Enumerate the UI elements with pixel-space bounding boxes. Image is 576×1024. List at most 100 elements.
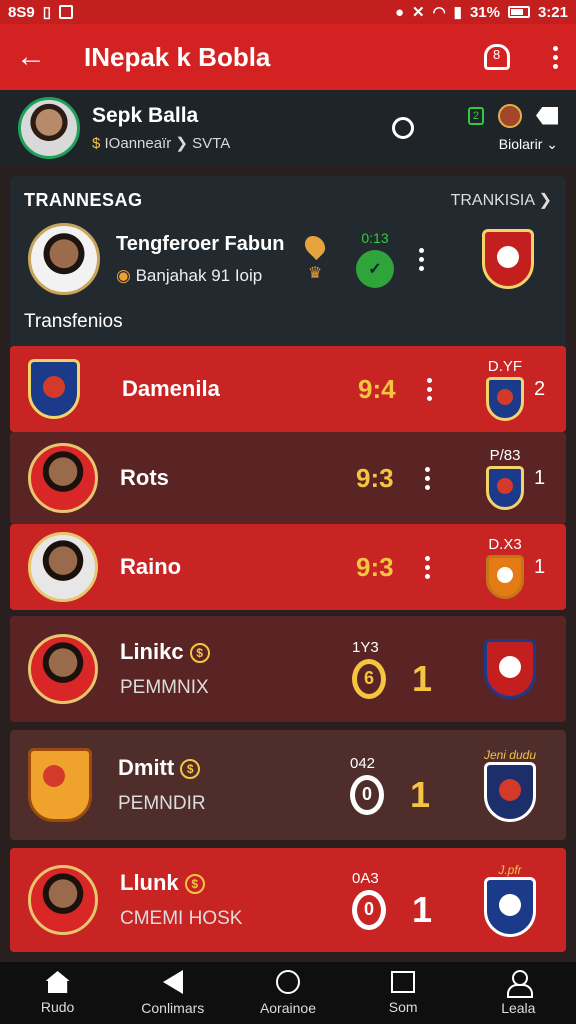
list-item[interactable]: Dmitt $ PEMNDIR 042 0 1 Jeni dudu (10, 730, 566, 840)
row-count: 1 (534, 466, 546, 489)
ranking-link[interactable]: TRANKISIA ❯ (451, 190, 552, 211)
transfers-card: TRANNESAG TRANKISIA ❯ Tengferoer Fabun ◉… (10, 176, 566, 356)
row-menu-icon[interactable] (422, 466, 432, 490)
green-badge[interactable]: 2 (467, 106, 484, 125)
row-name: Damenila (122, 376, 220, 401)
opponent-crest-icon (484, 877, 536, 937)
section-label: Transfenios (24, 311, 123, 332)
row-score: 9:3 (356, 551, 394, 582)
language-label: Biolarir (498, 135, 543, 152)
app-bar: ← INepak k Bobla (0, 24, 576, 90)
nav-profile[interactable]: Leala (463, 970, 573, 1016)
opponent-crest-icon (486, 554, 524, 599)
score-ring: 0 (352, 889, 386, 930)
language-selector[interactable]: Biolarir ⌄ (499, 136, 558, 153)
score-ring: 6 (352, 658, 386, 699)
chevron-right-icon: ❯ (538, 192, 552, 209)
score-num: 1 (412, 657, 433, 699)
status-left-text: 8S9 (8, 3, 35, 21)
card-title: TRANNESAG (24, 190, 143, 210)
sync-icon[interactable] (392, 117, 414, 139)
player-avatar (28, 634, 98, 704)
nav-square[interactable]: Som (348, 971, 458, 1015)
avatar[interactable] (18, 97, 80, 159)
score-num: 1 (410, 773, 431, 815)
ranking-link-label: TRANKISIA (450, 192, 535, 209)
featured-name: Tengferoer Fabun (116, 232, 285, 255)
status-bar: 8S9 ▯ ● ✕ ◠ ▮ 31% 3:21 (0, 0, 576, 24)
list-item[interactable]: Linikc $ PEMMNIX 1Y3 6 1 (10, 616, 566, 722)
overflow-menu-icon[interactable] (550, 45, 560, 69)
nav-circle[interactable]: Aorainoe (233, 970, 343, 1016)
opponent-crest-icon (483, 762, 536, 822)
score-ring: 0 (350, 774, 384, 815)
trophy-icon: ♛ (307, 265, 323, 282)
arrow-icon: ❯ (175, 135, 188, 152)
nav-back[interactable]: Conlimars (118, 970, 228, 1016)
mute-icon: ✕ (412, 4, 425, 21)
row-name: Linikc (120, 639, 184, 664)
nav-label: Rudo (40, 999, 75, 1015)
featured-sub: ◉ Banjahak 91 Ioip (116, 266, 296, 286)
featured-transfer[interactable]: Tengferoer Fabun ◉ Banjahak 91 Ioip ♛ 0:… (10, 211, 566, 295)
featured-menu-icon[interactable] (416, 247, 426, 271)
row-score: 9:3 (356, 462, 394, 493)
chevron-down-icon: ⌄ (546, 135, 558, 152)
featured-sub-text: Banjahak 91 Ioip (135, 265, 263, 285)
square-icon (391, 971, 416, 993)
profile-subtitle: $ IOanneaïr ❯ SVTA (92, 134, 352, 152)
pin-icon (300, 231, 330, 261)
row-menu-icon[interactable] (424, 377, 434, 401)
app-title: INepak k Bobla (84, 41, 271, 72)
opponent-crest-icon (486, 465, 524, 510)
player-avatar (28, 443, 98, 513)
location-icon: ● (394, 3, 404, 21)
media-icon: ▯ (42, 4, 51, 21)
crest-script: Jeni dudu (483, 748, 536, 762)
nav-label: Leala (501, 1000, 536, 1016)
back-icon (162, 970, 183, 994)
row-name: Raino (120, 554, 182, 579)
list-item[interactable]: Raino 9:3 D.X3 1 (10, 524, 566, 610)
row-time: 042 (350, 754, 376, 772)
coin-icon: $ (184, 874, 205, 895)
list-item[interactable]: Llunk $ CMEMI HOSK 0A3 0 1 J.pfr (10, 848, 566, 952)
row-time: 0A3 (352, 869, 379, 887)
row-time: 1Y3 (352, 638, 379, 656)
home-icon (45, 971, 70, 993)
score-num: 1 (412, 888, 433, 930)
battery-icon (507, 6, 530, 18)
back-arrow-icon[interactable]: ← (16, 40, 56, 74)
row-count: 1 (534, 555, 546, 578)
row-name: Llunk (120, 870, 179, 895)
notification-icon[interactable] (484, 44, 510, 70)
row-name: Rots (120, 465, 169, 490)
row-score: 9:4 (358, 373, 396, 404)
medal-icon: ◉ (116, 265, 131, 285)
circle-icon (275, 970, 300, 994)
status-green-icon: ✓ (356, 250, 394, 288)
row-sub: PEMMNIX (120, 677, 209, 698)
bottom-nav: Rudo Conlimars Aorainoe Som Leala (0, 962, 576, 1024)
profile-name: Sepk Balla (92, 104, 199, 127)
user-icon (506, 970, 534, 998)
nav-label: Conlimars (141, 1000, 205, 1016)
list-item[interactable]: Rots 9:3 P/83 1 (10, 432, 566, 524)
nav-home[interactable]: Rudo (3, 971, 113, 1015)
list-item[interactable]: Damenila 9:4 D.YF 2 (10, 346, 566, 432)
row-menu-icon[interactable] (422, 555, 432, 579)
opponent-crest-icon (484, 639, 536, 699)
screenshot-icon (58, 5, 73, 19)
nav-label: Aorainoe (259, 1000, 316, 1016)
player-avatar (28, 865, 98, 935)
row-sub: PEMNDIR (118, 793, 206, 814)
club-crest-icon[interactable] (498, 103, 522, 128)
profile-sub-prefix: IOanneaïr (104, 135, 172, 152)
wifi-icon: ◠ (432, 4, 446, 21)
crest-code: P/83 (489, 446, 521, 464)
row-name: Dmitt (118, 755, 175, 780)
tag-icon[interactable] (536, 106, 558, 125)
row-sub: CMEMI HOSK (120, 908, 243, 929)
crest-code: D.YF (487, 357, 523, 375)
battery-percent: 31% (469, 3, 500, 21)
